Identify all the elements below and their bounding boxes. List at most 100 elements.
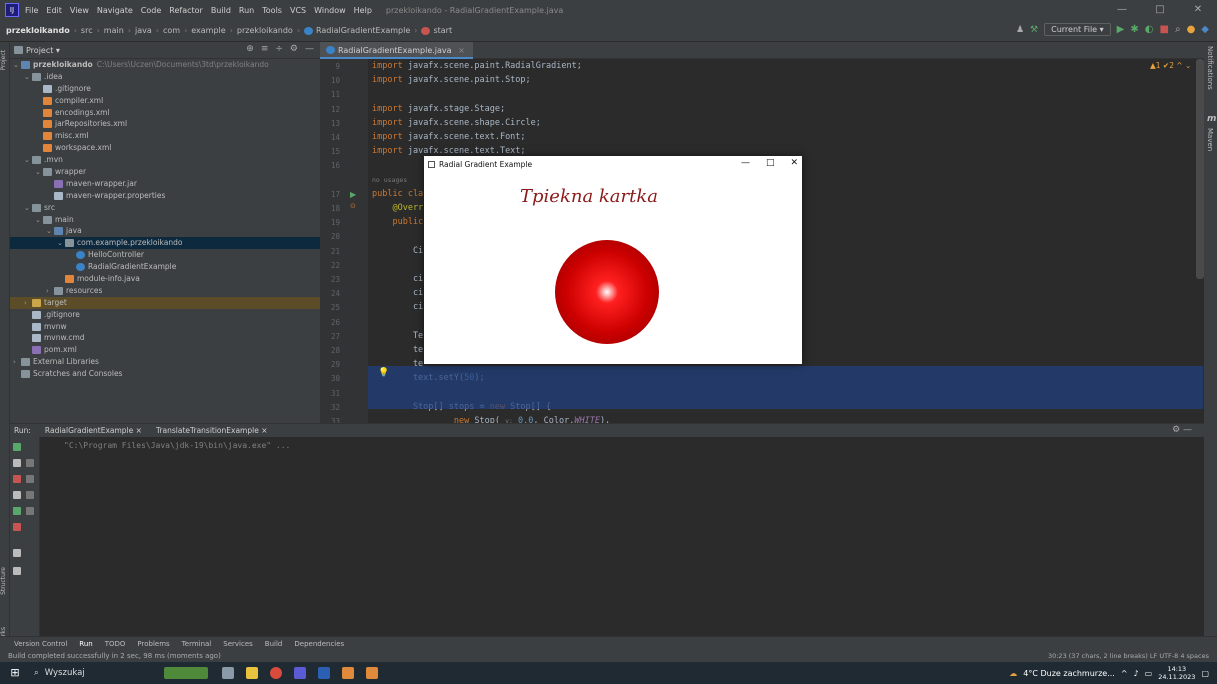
- status-message[interactable]: Build completed successfully in 2 sec, 9…: [8, 652, 221, 660]
- menu-navigate[interactable]: Navigate: [97, 6, 133, 15]
- build-hammer-icon[interactable]: ⚒: [1030, 25, 1038, 35]
- java-app-icon-1[interactable]: [336, 662, 360, 684]
- taskbar-clock[interactable]: 14:13 24.11.2023: [1158, 665, 1195, 681]
- rerun-icon[interactable]: [13, 443, 21, 451]
- minimize-button[interactable]: —: [1103, 0, 1141, 20]
- menu-run[interactable]: Run: [239, 6, 254, 15]
- override-gutter-icon[interactable]: ⊙: [350, 202, 356, 210]
- close-tab-icon[interactable]: ×: [458, 46, 465, 55]
- breadcrumb-main[interactable]: main: [104, 26, 124, 35]
- tree-item[interactable]: module-info.java: [10, 273, 320, 285]
- menu-view[interactable]: View: [70, 6, 89, 15]
- user-icon[interactable]: ♟: [1016, 25, 1024, 35]
- windows-start-icon[interactable]: ⊞: [4, 662, 26, 684]
- tree-item[interactable]: mvnw.cmd: [10, 332, 320, 344]
- tree-item[interactable]: › External Libraries: [10, 356, 320, 368]
- fx-maximize-button[interactable]: □: [766, 158, 775, 168]
- tree-item[interactable]: compiler.xml: [10, 95, 320, 107]
- tree-item[interactable]: maven-wrapper.jar: [10, 178, 320, 190]
- menu-window[interactable]: Window: [314, 6, 346, 15]
- tree-item[interactable]: RadialGradientExample: [10, 261, 320, 273]
- tool-version-control[interactable]: Version Control: [14, 640, 67, 648]
- run-icon[interactable]: ▶: [1117, 24, 1125, 35]
- locate-icon[interactable]: ⊕: [246, 44, 254, 54]
- menu-vcs[interactable]: VCS: [290, 6, 306, 15]
- maximize-button[interactable]: □: [1141, 0, 1179, 20]
- run-tab-translatetransition[interactable]: TranslateTransitionExample ×: [156, 426, 268, 435]
- menu-refactor[interactable]: Refactor: [169, 6, 203, 15]
- editor-tab-radialgradientexample[interactable]: RadialGradientExample.java ×: [320, 41, 473, 59]
- weather-text[interactable]: 4°C Duze zachmurze...: [1023, 669, 1115, 678]
- menu-edit[interactable]: Edit: [46, 6, 62, 15]
- menu-build[interactable]: Build: [211, 6, 231, 15]
- tree-item[interactable]: ⌄ com.example.przekloikando: [10, 237, 320, 250]
- menu-tools[interactable]: Tools: [262, 6, 282, 15]
- tree-item[interactable]: ⌄ .idea: [10, 71, 320, 83]
- tool-todo[interactable]: TODO: [105, 640, 126, 648]
- camera-icon[interactable]: [13, 491, 21, 499]
- breadcrumb-example[interactable]: example: [191, 26, 225, 35]
- search-icon[interactable]: ⌕: [1175, 24, 1181, 35]
- breadcrumb-class[interactable]: RadialGradientExample: [316, 26, 410, 35]
- taskbar-widget-image[interactable]: [156, 662, 216, 684]
- tree-item[interactable]: maven-wrapper.properties: [10, 190, 320, 202]
- tree-item[interactable]: ⌄ .mvn: [10, 154, 320, 166]
- status-right-info[interactable]: 30:23 (37 chars, 2 line breaks) LF UTF-8…: [1048, 650, 1209, 662]
- exit-icon[interactable]: [13, 523, 21, 531]
- coverage-icon[interactable]: ◐: [1145, 24, 1154, 35]
- tray-chevron-icon[interactable]: ^: [1121, 669, 1128, 678]
- print-icon[interactable]: [26, 491, 34, 499]
- gear-icon[interactable]: ⚙: [290, 44, 298, 54]
- stop-icon[interactable]: ■: [1160, 24, 1169, 35]
- soft-wrap-icon[interactable]: [26, 475, 34, 483]
- run-console[interactable]: "C:\Program Files\Java\jdk-19\bin\java.e…: [40, 437, 1204, 636]
- breadcrumb-java[interactable]: java: [135, 26, 152, 35]
- editor-scrollbar[interactable]: [1196, 59, 1204, 279]
- menu-code[interactable]: Code: [141, 6, 161, 15]
- task-view-icon[interactable]: [216, 662, 240, 684]
- file-explorer-icon[interactable]: [240, 662, 264, 684]
- maven-tool-button[interactable]: Maven: [1206, 128, 1214, 151]
- network-icon[interactable]: ▭: [1145, 669, 1153, 678]
- tree-item[interactable]: pom.xml: [10, 344, 320, 356]
- menu-file[interactable]: File: [25, 6, 38, 15]
- inspection-widget[interactable]: ▲1 ✔2 ^ ⌄: [1150, 61, 1191, 70]
- tool-build[interactable]: Build: [265, 640, 283, 648]
- tool-problems[interactable]: Problems: [137, 640, 169, 648]
- tool-run[interactable]: Run: [79, 640, 92, 648]
- breadcrumb-project[interactable]: przekloikando: [6, 26, 70, 35]
- fx-minimize-button[interactable]: —: [741, 158, 750, 168]
- java-app-icon-2[interactable]: [360, 662, 384, 684]
- tree-item[interactable]: mvnw: [10, 321, 320, 333]
- tree-item[interactable]: ⌄ wrapper: [10, 166, 320, 178]
- word-icon[interactable]: [312, 662, 336, 684]
- tree-item[interactable]: .gitignore: [10, 309, 320, 321]
- stop-run-icon[interactable]: [13, 475, 21, 483]
- breadcrumb-src[interactable]: src: [81, 26, 93, 35]
- notifications-icon[interactable]: ▢: [1201, 669, 1209, 678]
- structure-tool-button[interactable]: Structure: [0, 567, 10, 595]
- collapse-all-icon[interactable]: ≡: [261, 44, 269, 54]
- expand-all-icon[interactable]: ÷: [275, 44, 283, 54]
- tree-item[interactable]: Scratches and Consoles: [10, 368, 320, 380]
- tree-item[interactable]: ⌄ src: [10, 202, 320, 214]
- tree-item[interactable]: ⌄ java: [10, 225, 320, 237]
- taskbar-search[interactable]: ⌕ Wyszukaj: [26, 662, 156, 684]
- run-gear-icon[interactable]: ⚙ —: [1172, 425, 1192, 435]
- notifications-tool-button[interactable]: Notifications: [1206, 46, 1214, 90]
- run-gutter-icon[interactable]: ▶: [350, 190, 356, 199]
- update-icon[interactable]: ●: [1187, 24, 1196, 35]
- close-button[interactable]: ✕: [1179, 0, 1217, 20]
- tree-item[interactable]: › resources: [10, 285, 320, 297]
- scroll-down-icon[interactable]: [26, 459, 34, 467]
- breadcrumb-package[interactable]: przekloikando: [237, 26, 293, 35]
- volume-icon[interactable]: ♪: [1134, 669, 1139, 678]
- tree-item[interactable]: encodings.xml: [10, 107, 320, 119]
- intellij-taskbar-icon[interactable]: [288, 662, 312, 684]
- tool-terminal[interactable]: Terminal: [182, 640, 212, 648]
- tool-dependencies[interactable]: Dependencies: [294, 640, 344, 648]
- chrome-icon[interactable]: [264, 662, 288, 684]
- tool-services[interactable]: Services: [223, 640, 253, 648]
- run-configuration-select[interactable]: Current File ▾: [1044, 23, 1111, 36]
- tree-item[interactable]: misc.xml: [10, 130, 320, 142]
